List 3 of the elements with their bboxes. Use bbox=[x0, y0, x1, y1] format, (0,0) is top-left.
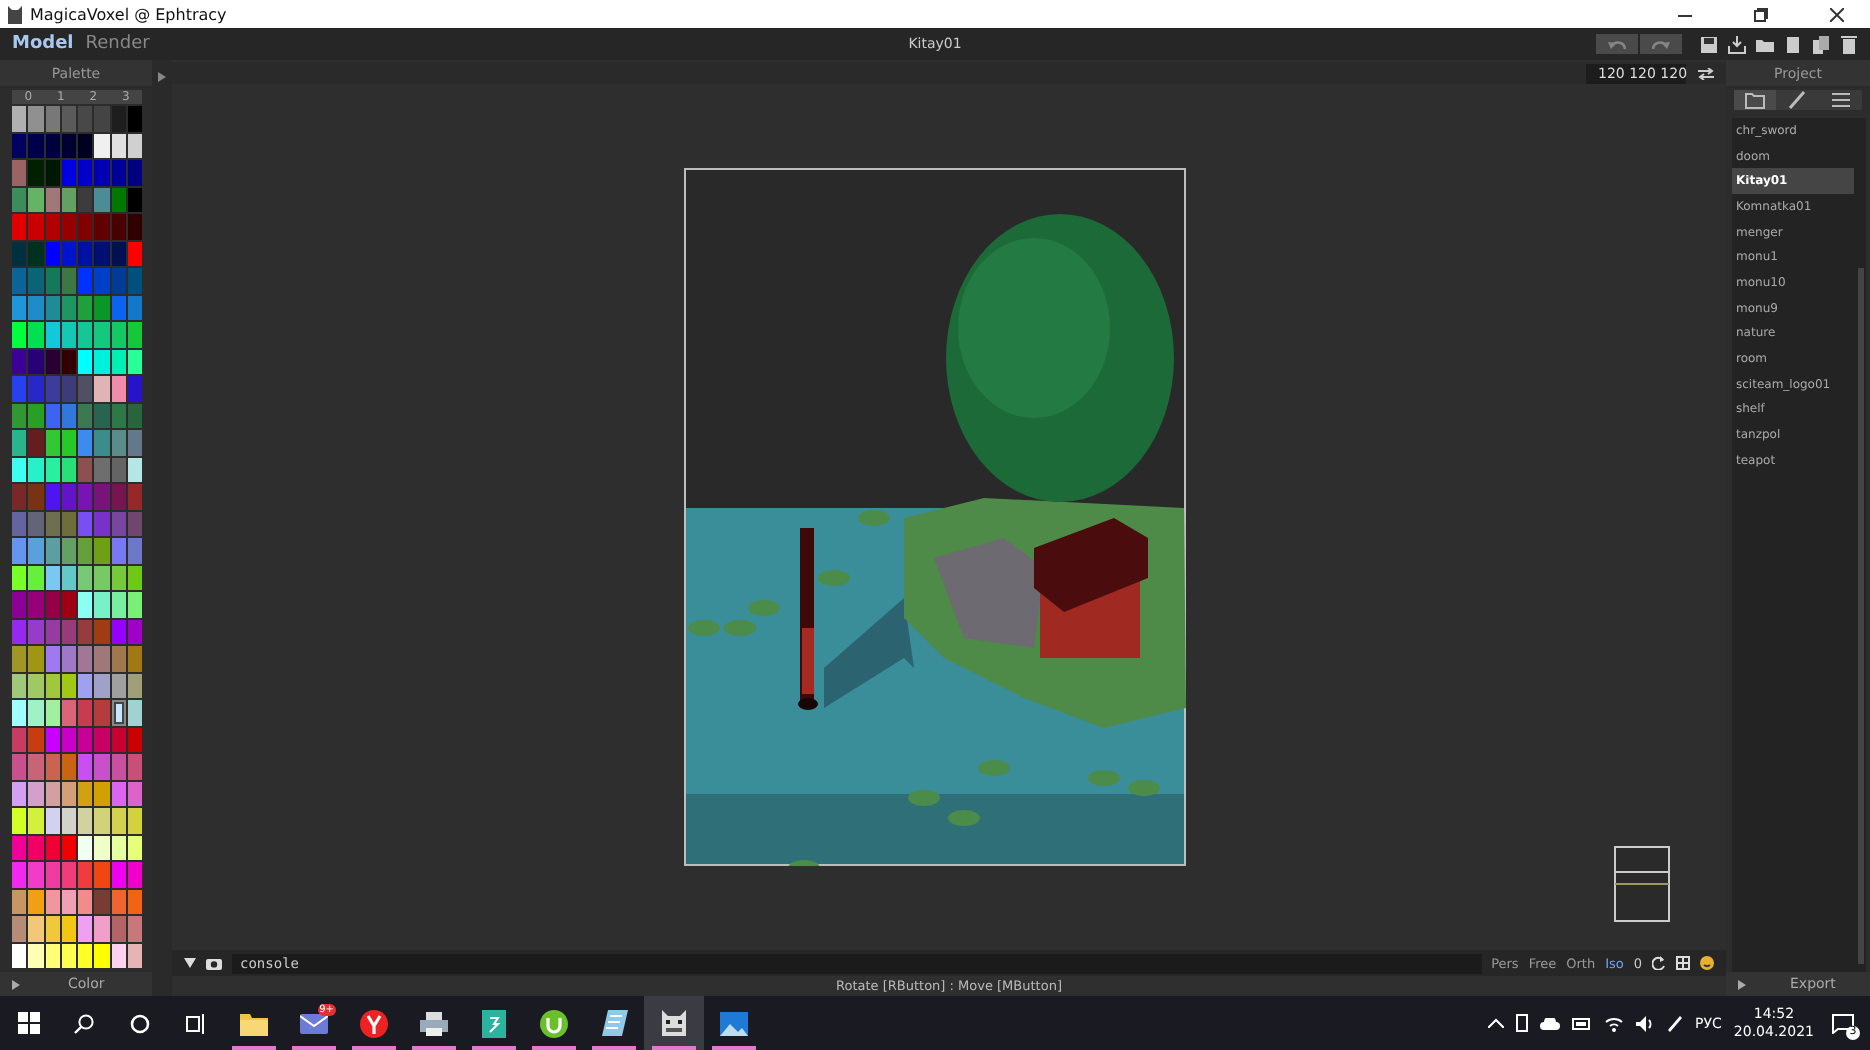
mode-tab[interactable]: Render bbox=[85, 34, 150, 54]
window-title: MagicaVoxel @ Ephtracy bbox=[30, 5, 227, 23]
mode-tab[interactable]: Model bbox=[12, 34, 74, 54]
